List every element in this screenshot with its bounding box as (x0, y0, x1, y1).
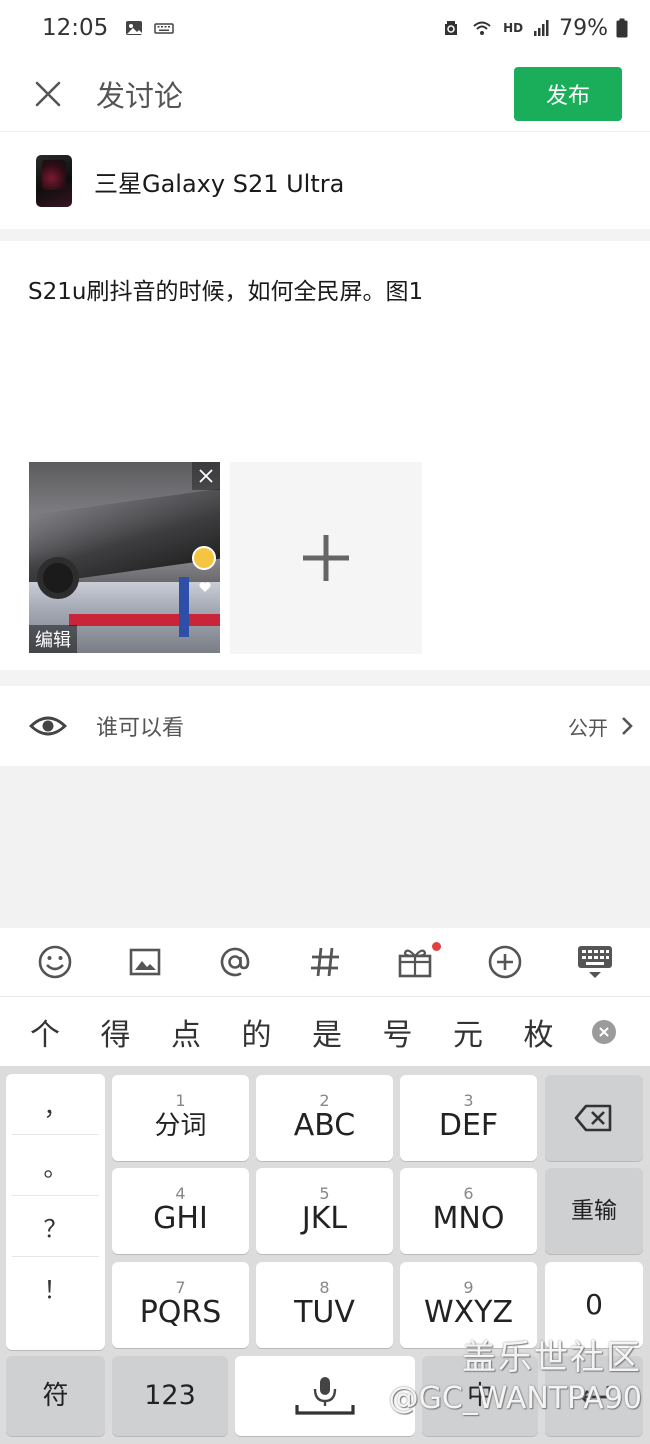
key-1[interactable]: 1 分词 (112, 1075, 249, 1161)
candidate-word[interactable]: 元 (453, 1010, 524, 1054)
attached-image[interactable]: 编辑 (29, 462, 220, 653)
visibility-label: 谁可以看 (96, 716, 185, 741)
numeric-key[interactable]: 123 (112, 1356, 228, 1436)
space-key[interactable] (235, 1356, 415, 1436)
post-text-input[interactable]: S21u刷抖音的时候，如何全民屏。图1 (28, 272, 628, 306)
status-time: 12:05 (42, 15, 109, 41)
empty-area (0, 766, 650, 928)
add-more-button[interactable] (483, 940, 527, 984)
close-button[interactable] (28, 74, 68, 114)
symbol-key[interactable]: 符 (6, 1356, 105, 1436)
remove-image-button[interactable] (192, 462, 220, 490)
candidate-list: 个 得 点 的 是 号 元 枚 (0, 1010, 560, 1054)
hd-label: HD (503, 21, 524, 35)
add-image-button[interactable] (230, 462, 422, 654)
language-switch-key[interactable]: 中 (422, 1356, 538, 1436)
candidate-close-button[interactable] (592, 1019, 616, 1044)
composer-toolbar (0, 928, 650, 996)
divider (0, 229, 650, 241)
candidate-word[interactable]: 是 (312, 1010, 383, 1054)
image-icon (129, 948, 161, 976)
page-title: 发讨论 (96, 78, 184, 113)
image-button[interactable] (123, 940, 167, 984)
chevron-right-icon (622, 717, 633, 735)
gallery-notification-icon (126, 21, 143, 35)
candidate-word[interactable]: 个 (30, 1010, 101, 1054)
punctuation-key[interactable]: ！ (12, 1257, 99, 1318)
key-2[interactable]: 2 ABC (256, 1075, 393, 1161)
key-3[interactable]: 3 DEF (400, 1075, 537, 1161)
key-9[interactable]: 9 WXYZ (400, 1262, 537, 1348)
mention-icon (220, 947, 250, 977)
key-8[interactable]: 8 TUV (256, 1262, 393, 1348)
header-bar: 发讨论 发布 (0, 56, 650, 132)
punctuation-key[interactable]: ？ (12, 1196, 99, 1257)
candidate-word[interactable]: 的 (242, 1010, 313, 1054)
punctuation-column: ， 。 ？ ！ (6, 1074, 105, 1350)
hashtag-icon (311, 947, 339, 977)
key-6[interactable]: 6 MNO (400, 1168, 537, 1254)
close-icon (35, 81, 61, 106)
image-grid: 编辑 (29, 462, 422, 654)
backspace-icon (574, 1104, 612, 1132)
punctuation-key[interactable]: ， (12, 1074, 99, 1135)
status-bar: 12:05 HD 79% (0, 0, 650, 56)
gift-button[interactable] (393, 940, 441, 984)
product-name: 三星Galaxy S21 Ultra (94, 169, 345, 198)
punctuation-key[interactable]: 。 (12, 1135, 99, 1196)
heart-icon (199, 582, 211, 592)
keyboard-notification-icon (154, 23, 175, 34)
key-5[interactable]: 5 JKL (256, 1168, 393, 1254)
hashtag-button[interactable] (303, 940, 347, 984)
enter-key[interactable] (545, 1356, 643, 1436)
key-4[interactable]: 4 GHI (112, 1168, 249, 1254)
backspace-key[interactable] (545, 1075, 643, 1161)
avatar (192, 546, 216, 570)
visibility-setting[interactable]: 谁可以看 公开 (0, 686, 650, 766)
emoji-button[interactable] (33, 940, 77, 984)
zero-key[interactable]: 0 (545, 1262, 643, 1348)
notification-dot (432, 942, 441, 951)
candidate-word[interactable]: 点 (171, 1010, 242, 1054)
add-circle-icon (488, 945, 522, 979)
emoji-icon (38, 945, 72, 979)
reenter-key[interactable]: 重输 (545, 1168, 643, 1254)
candidate-word[interactable]: 得 (101, 1010, 172, 1054)
recycle-icon (445, 21, 458, 35)
keyboard-hide-icon (578, 946, 612, 978)
divider (0, 670, 650, 686)
battery-icon (616, 18, 628, 38)
keyboard: ， 。 ？ ！ 1 分词 2 ABC 3 DEF 4 GHI 5 JKL 6 M… (0, 1066, 650, 1444)
gift-icon (398, 949, 432, 978)
publish-button[interactable]: 发布 (514, 66, 622, 121)
close-icon (599, 1026, 609, 1037)
candidate-word[interactable]: 枚 (524, 1010, 561, 1054)
wifi-icon (473, 21, 491, 35)
key-7[interactable]: 7 PQRS (112, 1262, 249, 1348)
keyboard-toggle-button[interactable] (573, 940, 617, 984)
product-thumbnail (36, 155, 72, 207)
close-icon (199, 469, 213, 483)
signal-icon (534, 20, 549, 36)
enter-icon (580, 1386, 610, 1404)
microphone-icon (295, 1377, 355, 1415)
mention-button[interactable] (213, 940, 257, 984)
plus-icon (303, 535, 349, 581)
battery-percent: 79% (559, 15, 608, 41)
visibility-value: 公开 (568, 715, 608, 740)
candidate-bar: 个 得 点 的 是 号 元 枚 (0, 996, 650, 1066)
eye-icon (28, 716, 68, 736)
product-selector[interactable]: 三星Galaxy S21 Ultra (0, 133, 650, 229)
edit-image-button[interactable]: 编辑 (29, 625, 77, 653)
candidate-word[interactable]: 号 (383, 1010, 454, 1054)
